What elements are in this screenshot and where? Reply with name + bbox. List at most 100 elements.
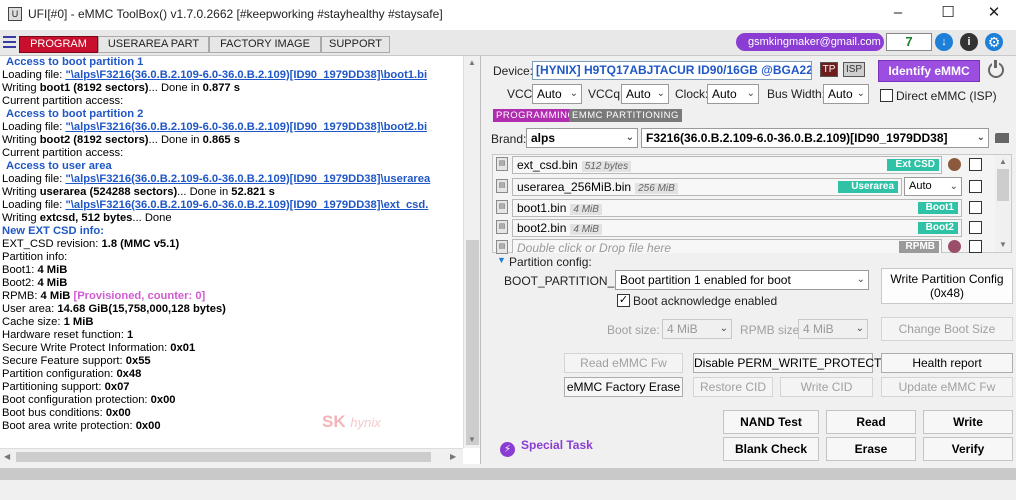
log-line: Writing extcsd, 512 bytes... Done <box>2 212 172 224</box>
log-line: Writing boot1 (8192 sectors)... Done in … <box>2 82 240 94</box>
scroll-down-arrow-icon[interactable]: ▼ <box>468 435 476 444</box>
vccq-select[interactable]: Auto ⌄ <box>621 84 669 104</box>
rpmb-checkbox[interactable] <box>969 240 982 253</box>
log-line: Partition info: <box>2 251 68 263</box>
partition-config-header: Partition config: <box>509 255 592 269</box>
disable-perm-write-protect-button[interactable]: Disable PERM_WRITE_PROTECT <box>693 353 881 373</box>
vcc-select[interactable]: Auto ⌄ <box>532 84 582 104</box>
log-line: Cache size: 1 MiB <box>2 316 94 328</box>
read-emmc-fw-button[interactable]: Read eMMC Fw <box>564 353 683 373</box>
log-line: Boot configuration protection: 0x00 <box>2 394 176 406</box>
partition-list-scrollbar[interactable]: ▲ ▼ <box>995 155 1011 252</box>
verify-button[interactable]: Verify <box>923 437 1013 461</box>
power-icon[interactable] <box>988 60 1004 78</box>
scroll-right-arrow-icon[interactable]: ▶ <box>450 452 456 461</box>
scroll-up-arrow-icon[interactable]: ▲ <box>468 58 476 67</box>
info-icon[interactable]: i <box>960 33 978 51</box>
file-icon: ▤ <box>496 200 508 214</box>
brand-label: Brand: <box>491 132 527 146</box>
brand-select[interactable]: alps ⌄ <box>526 128 638 148</box>
folder-icon[interactable] <box>995 133 1009 143</box>
log-line: EXT_CSD revision: 1.8 (MMC v5.1) <box>2 238 180 250</box>
blank-check-button[interactable]: Blank Check <box>723 437 819 461</box>
userarea-mode-select[interactable]: Auto ⌄ <box>904 177 962 196</box>
firmware-select[interactable]: F3216(36.0.B.2.109-6.0-36.0.B.2.109)[ID9… <box>641 128 989 148</box>
account-email[interactable]: gsmkingmaker@gmail.com <box>736 33 884 51</box>
tp-badge: TP <box>820 62 838 77</box>
scroll-up-arrow-icon[interactable]: ▲ <box>999 157 1007 166</box>
partition-row-boot2[interactable]: boot2.bin 4 MiB <box>512 219 962 237</box>
change-boot-size-button[interactable]: Change Boot Size <box>881 317 1013 341</box>
bus-width-label: Bus Width: <box>767 87 826 101</box>
log-line: Secure Write Protect Information: 0x01 <box>2 342 196 354</box>
restore-cid-button[interactable]: Restore CID <box>693 377 773 397</box>
userarea-checkbox[interactable] <box>969 180 982 193</box>
update-emmc-fw-button[interactable]: Update eMMC Fw <box>881 377 1013 397</box>
write-partition-config-button[interactable]: Write Partition Config (0x48) <box>881 268 1013 304</box>
health-report-button[interactable]: Health report <box>881 353 1013 373</box>
partition-list-thumb[interactable] <box>997 169 1009 201</box>
log-vertical-thumb[interactable] <box>466 240 479 445</box>
boot1-tag: Boot1 <box>918 202 958 214</box>
device-label: Device: <box>493 64 534 78</box>
clock-select[interactable]: Auto ⌄ <box>707 84 759 104</box>
boot-size-label: Boot size: <box>607 323 660 337</box>
log-horizontal-thumb[interactable] <box>16 452 431 462</box>
log-line: Loading file: "\alps\F3216(36.0.B.2.109-… <box>2 173 431 185</box>
maximize-button[interactable]: ☐ <box>928 4 968 24</box>
boot1-checkbox[interactable] <box>969 201 982 214</box>
log-line: Hardware reset function: 1 <box>2 329 134 341</box>
log-vertical-scrollbar[interactable]: ▲ ▼ <box>463 56 480 448</box>
vccq-label: VCCq: <box>588 87 624 101</box>
log-line: Boot bus conditions: 0x00 <box>2 407 131 419</box>
log-horizontal-scrollbar[interactable]: ◀ ▶ <box>0 448 463 464</box>
write-cid-button[interactable]: Write CID <box>780 377 873 397</box>
ext-csd-settings-icon[interactable] <box>948 158 961 171</box>
rpmb-size-select[interactable]: 4 MiB ⌄ <box>798 319 868 339</box>
log-output[interactable]: Access to boot partition 1 Loading file: … <box>0 56 481 464</box>
collapse-chevron-icon[interactable]: ▼ <box>497 255 506 265</box>
tab-program[interactable]: PROGRAM <box>19 36 98 53</box>
subtab-programming[interactable]: PROGRAMMING <box>493 109 579 122</box>
minimize-button[interactable]: – <box>878 4 918 24</box>
write-button[interactable]: Write <box>923 410 1013 434</box>
device-field[interactable]: [HYNIX] H9TQ17ABJTACUR ID90/16GB @BGA221 <box>532 61 812 80</box>
scroll-down-arrow-icon[interactable]: ▼ <box>999 240 1007 249</box>
clock-label: Clock: <box>675 87 709 101</box>
identify-emmc-button[interactable]: Identify eMMC <box>878 60 980 82</box>
boot-ack-label: Boot acknowledge enabled <box>633 294 778 308</box>
ext-csd-checkbox[interactable] <box>969 158 982 171</box>
hamburger-menu-icon[interactable] <box>3 36 16 48</box>
boot-partition-en-label: BOOT_PARTITION_EN <box>504 274 631 288</box>
tab-factory-image[interactable]: FACTORY IMAGE <box>209 36 321 53</box>
file-icon: ▤ <box>496 179 508 193</box>
log-line: Loading file: "\alps\F3216(36.0.B.2.109-… <box>2 199 429 211</box>
boot-size-select[interactable]: 4 MiB ⌄ <box>662 319 732 339</box>
tab-support[interactable]: SUPPORT <box>321 36 390 53</box>
erase-button[interactable]: Erase <box>826 437 916 461</box>
subtab-emmc-partitioning[interactable]: EMMC PARTITIONING <box>569 109 682 122</box>
boot-partition-select[interactable]: Boot partition 1 enabled for boot ⌄ <box>615 270 869 290</box>
download-icon[interactable]: ↓ <box>935 33 953 51</box>
emmc-factory-erase-button[interactable]: eMMC Factory Erase <box>564 377 683 397</box>
settings-gear-icon[interactable]: ⚙ <box>985 33 1003 51</box>
window-title: UFI[#0] - eMMC ToolBox() v1.7.0.2662 [#k… <box>28 7 443 21</box>
partition-row-ext-csd[interactable]: ext_csd.bin 512 bytes <box>512 156 942 174</box>
direct-emmc-checkbox[interactable] <box>880 89 893 102</box>
progress-bar <box>0 468 1016 480</box>
log-line: Boot area write protection: 0x00 <box>2 420 161 432</box>
boot2-checkbox[interactable] <box>969 221 982 234</box>
special-task-link[interactable]: ⚡ Special Task <box>500 438 593 457</box>
rpmb-settings-icon[interactable] <box>948 240 961 253</box>
bus-width-select[interactable]: Auto ⌄ <box>823 84 869 104</box>
partition-row-boot1[interactable]: boot1.bin 4 MiB <box>512 199 962 217</box>
boot-ack-checkbox[interactable]: ✓ <box>617 294 630 307</box>
nand-test-button[interactable]: NAND Test <box>723 410 819 434</box>
partition-row-rpmb[interactable]: Double click or Drop file here <box>512 239 942 255</box>
close-button[interactable]: ✕ <box>974 4 1014 24</box>
rpmb-size-label: RPMB size: <box>740 323 803 337</box>
scroll-left-arrow-icon[interactable]: ◀ <box>4 452 10 461</box>
tab-userarea-part[interactable]: USERAREA PART <box>98 36 209 53</box>
log-line: Writing userarea (524288 sectors)... Don… <box>2 186 275 198</box>
read-button[interactable]: Read <box>826 410 916 434</box>
